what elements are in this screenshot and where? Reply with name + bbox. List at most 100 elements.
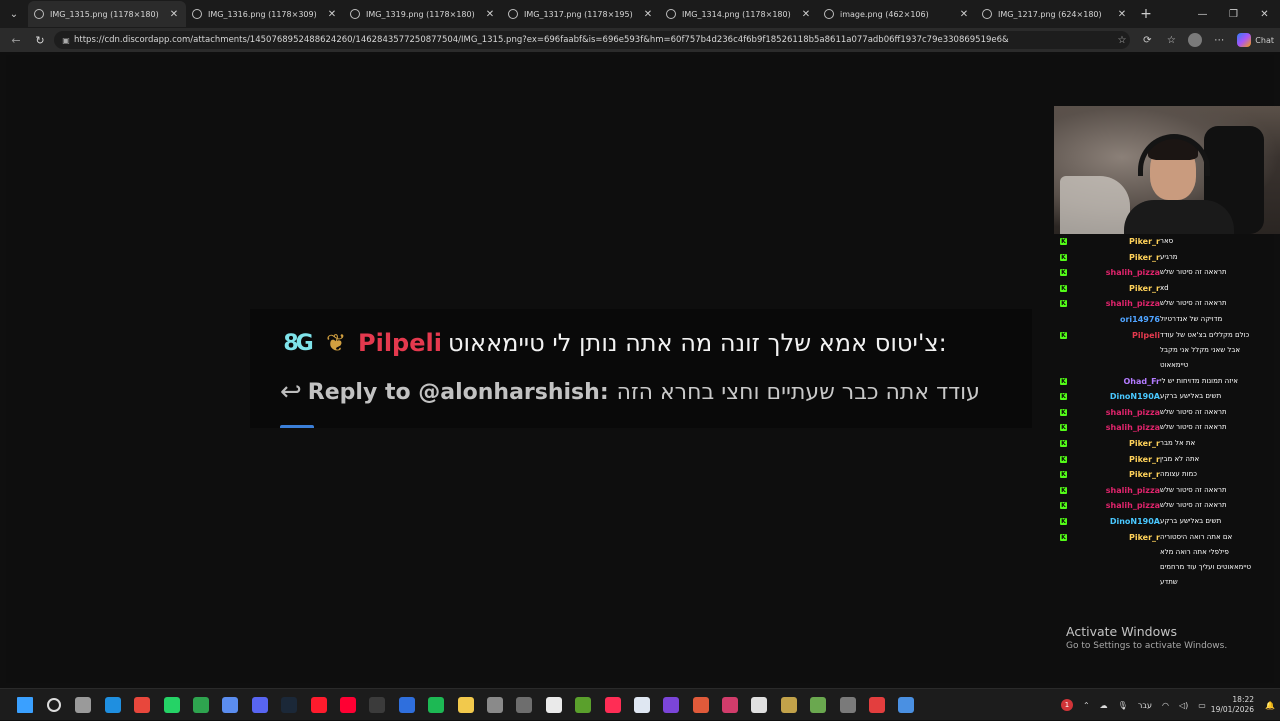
steam-icon[interactable] [275,689,304,721]
discord-icon[interactable] [245,689,274,721]
address-bar[interactable]: ▣ https://cdn.discordapp.com/attachments… [54,31,1130,49]
chat-username[interactable]: Piker_r [1129,436,1160,451]
chat-message-text: את אל מבר [1160,438,1196,447]
microphone-icon[interactable]: 🎙 [1118,701,1128,710]
tab-title: IMG_1317.png (1178×195) [524,9,633,19]
xbox-icon[interactable] [186,689,215,721]
chat-username[interactable]: shalih_pizza [1106,296,1160,311]
copilot-icon[interactable] [216,689,245,721]
chat-message: shalih_pizza תראאה זה סיטור שלש K [1060,420,1276,436]
tab-close-icon[interactable]: ✕ [800,9,812,20]
onedrive-icon[interactable]: ☁ [1100,701,1108,710]
chat-username[interactable]: shalih_pizza [1106,405,1160,420]
more-menu-icon[interactable]: ⋯ [1207,35,1231,46]
extensions-icon[interactable]: ⟳ [1135,35,1159,46]
app-icon[interactable] [686,689,715,721]
windows-start-icon[interactable] [10,689,39,721]
notepad-icon[interactable] [627,689,656,721]
volume-icon[interactable]: ◁) [1179,701,1188,710]
back-button[interactable]: ← [4,28,28,52]
epic-games-icon[interactable] [745,689,774,721]
chat-message-text: xd [1160,283,1169,292]
chat-username[interactable]: Piker_r [1129,250,1160,265]
tab-close-icon[interactable]: ✕ [484,9,496,20]
browser-tab[interactable]: IMG_1316.png (1178×309) ✕ [186,1,344,27]
show-hidden-icons-chevron-icon[interactable]: ⌃ [1083,701,1090,710]
notification-badge[interactable]: 1 [1060,699,1073,711]
notifications-bell-icon[interactable]: 🔔 [1265,701,1275,710]
chrome-icon[interactable] [128,689,157,721]
favorite-star-icon[interactable]: ☆ [1114,35,1130,46]
spotify-icon[interactable] [421,689,450,721]
kick-badge-icon: K [1060,486,1067,494]
message-username: Pilpeli [358,329,442,357]
kick-badge-icon: K [1060,393,1067,401]
battery-icon[interactable]: ▭ [1198,701,1206,710]
chat-username[interactable]: shalih_pizza [1106,483,1160,498]
chat-username[interactable]: Piker_r [1129,467,1160,482]
chat-username[interactable]: shalih_pizza [1106,265,1160,280]
chat-button-label[interactable]: Chat [1251,36,1280,45]
chat-username[interactable]: DinoN190A [1110,514,1160,529]
chat-message-text: תשים באלישע ברקע [1160,516,1222,525]
tab-close-icon[interactable]: ✕ [168,9,180,20]
chat-username[interactable]: Pilpeli [1132,328,1160,343]
app-icon[interactable] [480,689,509,721]
app-icon[interactable] [510,689,539,721]
app-icon[interactable] [862,689,891,721]
youtube-icon[interactable] [333,689,362,721]
chat-username[interactable]: ori14976 [1120,312,1160,327]
copilot-icon[interactable] [1237,33,1252,47]
chat-username[interactable]: DinoN190A [1110,389,1160,404]
tab-close-icon[interactable]: ✕ [1116,9,1128,20]
browser-tab[interactable]: IMG_1317.png (1178×195) ✕ [502,1,660,27]
profile-avatar[interactable] [1188,33,1203,47]
chat-username[interactable]: shalih_pizza [1106,420,1160,435]
opera-icon[interactable] [304,689,333,721]
app-icon[interactable] [715,689,744,721]
chat-username[interactable]: Ohad_Fr [1123,374,1160,389]
minimize-button[interactable]: — [1187,0,1218,28]
browser-tab[interactable]: IMG_1314.png (1178×180) ✕ [660,1,818,27]
browser-tab[interactable]: IMG_1217.png (624×180) ✕ [976,1,1134,27]
browser-tab[interactable]: IMG_1315.png (1178×180) ✕ [28,1,186,27]
reload-button[interactable]: ↻ [28,28,52,52]
language-indicator[interactable]: עבר [1138,701,1152,710]
wifi-icon[interactable]: ◠ [1162,701,1169,710]
clock[interactable]: 18:22 19/01/2026 [1211,695,1254,715]
heart-app-icon[interactable] [598,689,627,721]
search-icon[interactable] [39,689,68,721]
task-view-icon[interactable] [69,689,98,721]
clipchamp-icon[interactable] [657,689,686,721]
chat-username[interactable]: Piker_r [1129,530,1160,545]
app-icon[interactable] [833,689,862,721]
chat-username[interactable]: Piker_r [1129,452,1160,467]
maximize-button[interactable]: ❐ [1218,0,1249,28]
file-explorer-icon[interactable] [451,689,480,721]
capcut-icon[interactable] [539,689,568,721]
kick-badge-icon: K [1060,269,1067,277]
new-tab-button[interactable]: + [1134,6,1158,22]
store-icon[interactable] [392,689,421,721]
chat-username[interactable]: Piker_r [1129,281,1160,296]
minecraft-icon[interactable] [568,689,597,721]
chat-username[interactable]: Piker_r [1129,234,1160,249]
app-icon[interactable] [774,689,803,721]
tab-close-icon[interactable]: ✕ [326,9,338,20]
app-icon[interactable] [892,689,921,721]
chat-username[interactable]: shalih_pizza [1106,498,1160,513]
tab-close-icon[interactable]: ✕ [958,9,970,20]
favorites-icon[interactable]: ☆ [1159,35,1183,46]
reply-text: עודד אתה כבר שעתיים וחצי בחרא הזה [616,379,980,405]
browser-tab[interactable]: image.png (462×106) ✕ [818,1,976,27]
site-info-icon[interactable]: ▣ [58,36,74,45]
browser-tab[interactable]: IMG_1319.png (1178×180) ✕ [344,1,502,27]
edge-icon[interactable] [98,689,127,721]
tab-actions-chevron-icon[interactable]: ⌄ [0,0,28,28]
tab-close-icon[interactable]: ✕ [642,9,654,20]
obs-icon[interactable] [363,689,392,721]
minecraft-launcher-icon[interactable] [804,689,833,721]
close-window-button[interactable]: ✕ [1249,0,1280,28]
whatsapp-icon[interactable] [157,689,186,721]
chat-message-text: סאר [1160,237,1174,245]
